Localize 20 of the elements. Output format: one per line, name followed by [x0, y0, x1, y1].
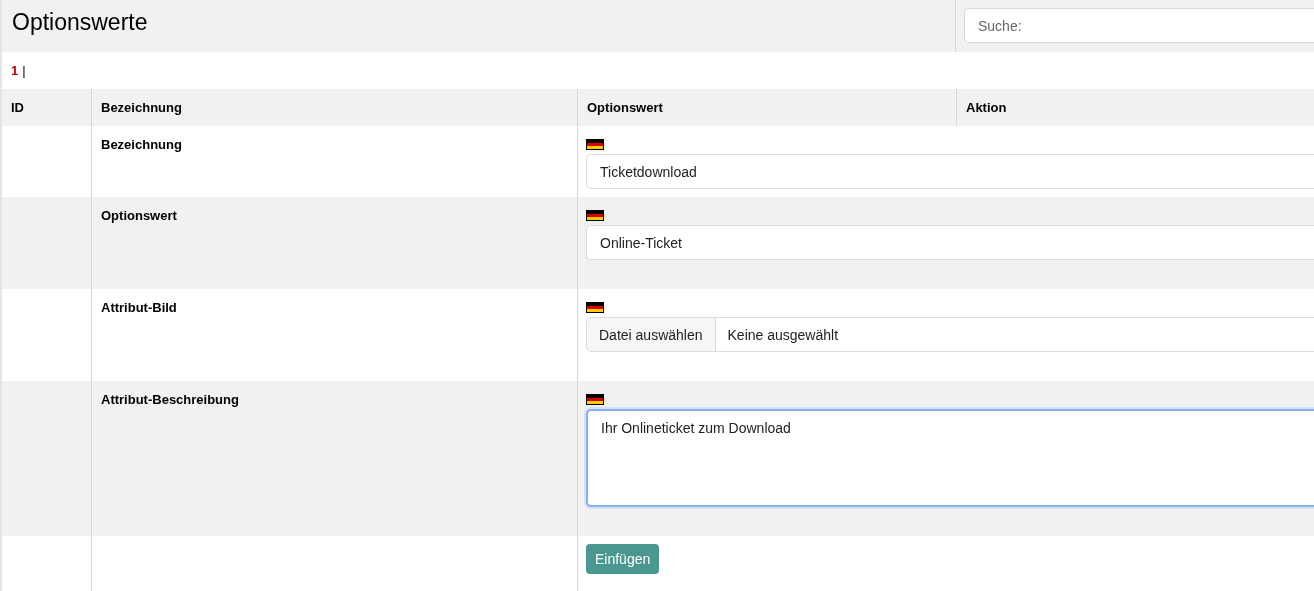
search-field[interactable]: Suche: — [964, 8, 1314, 43]
file-field[interactable]: Datei auswählen Keine ausgewählt — [586, 317, 1314, 352]
field-label: Optionswert — [101, 208, 177, 223]
pager-separator: | — [22, 63, 26, 78]
field-label: Bezeichnung — [101, 137, 182, 152]
text-field[interactable]: Online-Ticket — [586, 225, 1314, 260]
text-field[interactable]: Ticketdownload — [586, 154, 1314, 189]
field-label: Attribut-Bild — [101, 300, 177, 315]
column-header: Bezeichnung — [91, 89, 577, 126]
german-flag-icon — [586, 139, 604, 150]
column-header: Aktion — [956, 89, 1314, 126]
description-field[interactable]: Ihr Onlineticket zum Download — [586, 409, 1314, 507]
column-header: ID — [10, 99, 25, 117]
page-title: Optionswerte — [2, 0, 956, 52]
german-flag-icon — [586, 210, 604, 221]
column-header: Optionswert — [577, 89, 956, 126]
german-flag-icon — [586, 302, 604, 313]
german-flag-icon — [586, 394, 604, 405]
page-link[interactable]: 1 — [11, 63, 19, 78]
field-label: Attribut-Beschreibung — [101, 392, 239, 407]
